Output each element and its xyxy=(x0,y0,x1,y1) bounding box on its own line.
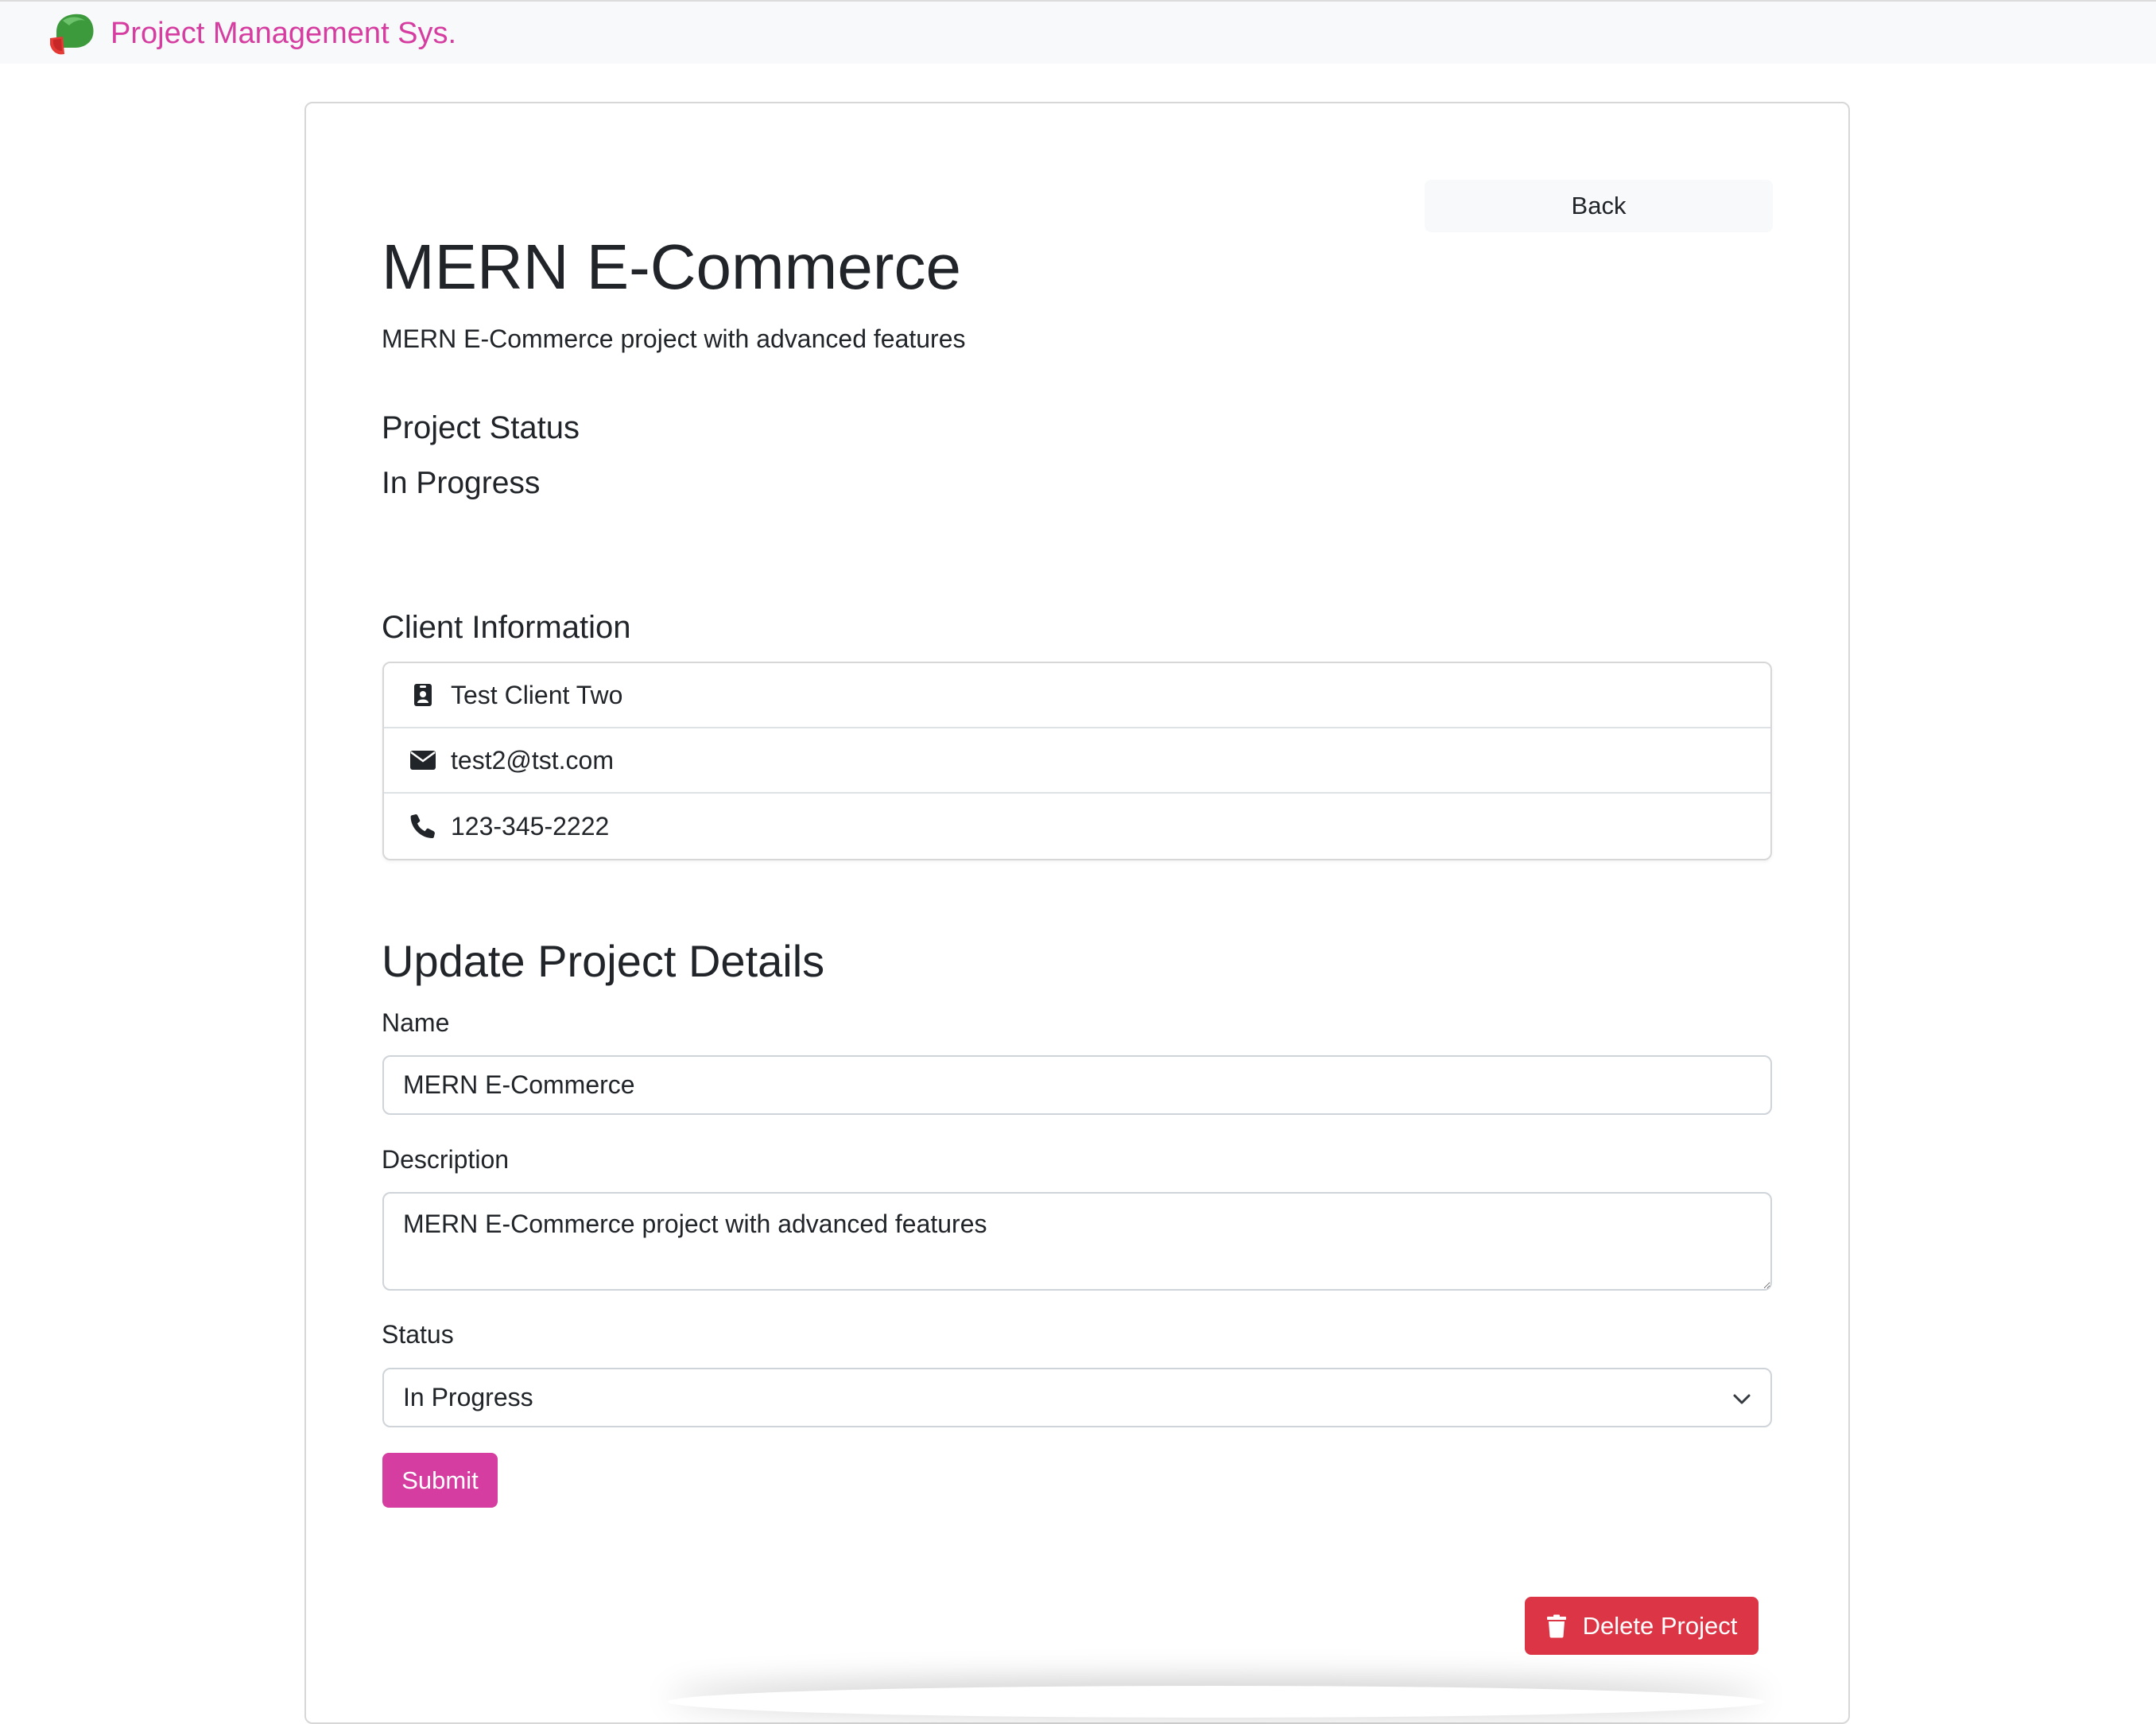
phone-icon xyxy=(409,813,436,840)
status-select[interactable]: In Progress xyxy=(382,1368,1772,1427)
client-info-list: Test Client Two test2@tst.com 123-345-22… xyxy=(382,662,1772,860)
client-name-item: Test Client Two xyxy=(384,663,1770,728)
submit-button[interactable]: Submit xyxy=(382,1453,498,1508)
chevron-down-icon xyxy=(1732,1383,1751,1412)
project-title: MERN E-Commerce xyxy=(382,231,961,302)
brand-text: Project Management Sys. xyxy=(111,16,457,50)
client-phone-item: 123-345-2222 xyxy=(384,794,1770,859)
client-email: test2@tst.com xyxy=(451,745,614,775)
update-project-heading: Update Project Details xyxy=(382,936,825,986)
navbar: Project Management Sys. xyxy=(0,0,2156,64)
delete-project-label: Delete Project xyxy=(1582,1611,1738,1640)
trash-icon xyxy=(1546,1614,1567,1638)
name-input[interactable] xyxy=(382,1055,1772,1115)
status-label: Status xyxy=(382,1320,454,1349)
project-status-heading: Project Status xyxy=(382,410,580,445)
bottom-shadow xyxy=(668,1686,1765,1718)
delete-project-button[interactable]: Delete Project xyxy=(1525,1597,1759,1655)
brand-link[interactable]: Project Management Sys. xyxy=(45,8,456,59)
project-status-value: In Progress xyxy=(382,466,541,500)
id-badge-icon xyxy=(409,681,436,709)
description-textarea[interactable]: MERN E-Commerce project with advanced fe… xyxy=(382,1192,1772,1291)
client-email-item: test2@tst.com xyxy=(384,728,1770,794)
back-button[interactable]: Back xyxy=(1425,180,1773,232)
logo-icon xyxy=(50,14,94,55)
name-label: Name xyxy=(382,1008,450,1037)
envelope-icon xyxy=(409,747,436,774)
description-label: Description xyxy=(382,1145,510,1174)
client-name: Test Client Two xyxy=(451,680,623,709)
client-info-heading: Client Information xyxy=(382,610,631,645)
client-phone: 123-345-2222 xyxy=(451,811,610,841)
status-selected-value: In Progress xyxy=(403,1383,533,1411)
project-description: MERN E-Commerce project with advanced fe… xyxy=(382,324,966,353)
